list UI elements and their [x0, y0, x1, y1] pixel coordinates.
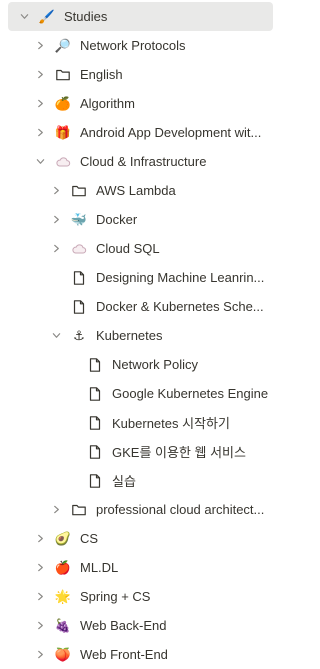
- cloud-icon: [54, 153, 72, 171]
- folder-icon: [70, 182, 88, 200]
- anchor-icon: ⚓: [73, 328, 85, 343]
- tree-item[interactable]: Cloud SQL: [0, 234, 280, 263]
- tree-item[interactable]: Cloud & Infrastructure: [0, 147, 280, 176]
- cloud-icon: [70, 240, 88, 258]
- tree-item-label: AWS Lambda: [96, 183, 176, 198]
- tree-item[interactable]: Google Kubernetes Engine: [0, 379, 280, 408]
- apple-icon: 🍎: [54, 560, 72, 575]
- chevron-right-icon[interactable]: [32, 589, 48, 605]
- page-icon: [86, 356, 104, 374]
- tree-item[interactable]: 🌟 Spring + CS: [0, 582, 280, 611]
- chevron-down-icon[interactable]: [32, 154, 48, 170]
- chevron-right-icon[interactable]: [48, 502, 64, 518]
- tree-item-label: Web Front-End: [80, 647, 168, 662]
- tree-item[interactable]: 🎁 Android App Development wit...: [0, 118, 280, 147]
- page-tree: 🖌️ Studies 🔎 Network Protocols English 🍊 Algor…: [0, 0, 280, 669]
- tree-item[interactable]: professional cloud architect...: [0, 495, 280, 524]
- chevron-right-icon[interactable]: [32, 96, 48, 112]
- tree-item[interactable]: 🔎 Network Protocols: [0, 31, 280, 60]
- gift-icon: 🎁: [54, 125, 72, 140]
- docker-icon: 🐳: [70, 212, 88, 227]
- tree-item[interactable]: Designing Machine Leanrin...: [0, 263, 280, 292]
- tree-item-label: Network Policy: [112, 357, 198, 372]
- chevron-right-icon[interactable]: [32, 38, 48, 54]
- magnifier-icon: 🔎: [54, 38, 72, 53]
- chevron-right-icon[interactable]: [32, 125, 48, 141]
- chevron-right-icon[interactable]: [32, 67, 48, 83]
- peach-icon: 🍑: [54, 647, 72, 662]
- tree-item-label: Docker & Kubernetes Sche...: [96, 299, 264, 314]
- page-icon: [86, 472, 104, 490]
- chevron-right-icon[interactable]: [32, 647, 48, 663]
- page-icon: [86, 414, 104, 432]
- tree-item[interactable]: GKE를 이용한 웹 서비스: [0, 437, 280, 466]
- chevron-right-icon[interactable]: [32, 531, 48, 547]
- tree-item[interactable]: 🍎 ML.DL: [0, 553, 280, 582]
- tree-item-label: Web Back-End: [80, 618, 167, 633]
- chevron-down-icon[interactable]: [48, 328, 64, 344]
- tree-item-label: GKE를 이용한 웹 서비스: [112, 445, 246, 460]
- tree-item[interactable]: Network Policy: [0, 350, 280, 379]
- grapes-icon: 🍇: [54, 618, 72, 633]
- tree-item-label: ML.DL: [80, 560, 119, 575]
- avocado-icon: 🥑: [54, 531, 72, 546]
- tree-item-label: CS: [80, 531, 99, 546]
- page-icon: [70, 269, 88, 287]
- tree-item-label: Algorithm: [80, 96, 135, 111]
- folder-icon: [54, 66, 72, 84]
- tree-item-label: Spring + CS: [80, 589, 151, 604]
- tree-item[interactable]: ⚓ Kubernetes: [0, 321, 280, 350]
- tree-item-label: Network Protocols: [80, 38, 186, 53]
- tree-item[interactable]: Kubernetes 시작하기: [0, 408, 280, 437]
- chevron-right-icon[interactable]: [32, 618, 48, 634]
- tree-item-label: Designing Machine Leanrin...: [96, 270, 265, 285]
- tree-item-label: English: [80, 67, 123, 82]
- page-icon: [86, 385, 104, 403]
- page-icon: [70, 298, 88, 316]
- tree-item-label: Android App Development wit...: [80, 125, 262, 140]
- tree-item-label: Cloud & Infrastructure: [80, 154, 207, 169]
- tree-item[interactable]: 실습: [0, 466, 280, 495]
- tree-item[interactable]: English: [0, 60, 280, 89]
- tree-item-label: Kubernetes 시작하기: [112, 416, 230, 431]
- tree-item[interactable]: 🖌️ Studies: [8, 2, 273, 31]
- tree-item[interactable]: Docker & Kubernetes Sche...: [0, 292, 280, 321]
- tangerine-icon: 🍊: [54, 96, 72, 111]
- brush-icon: 🖌️: [38, 9, 56, 24]
- tree-item[interactable]: 🍊 Algorithm: [0, 89, 280, 118]
- tree-item-label: professional cloud architect...: [96, 502, 265, 517]
- tree-item[interactable]: 🍇 Web Back-End: [0, 611, 280, 640]
- chevron-right-icon[interactable]: [48, 212, 64, 228]
- tree-item-label: Cloud SQL: [96, 241, 160, 256]
- star-icon: 🌟: [54, 589, 72, 604]
- tree-item-label: Studies: [64, 9, 108, 24]
- tree-item[interactable]: AWS Lambda: [0, 176, 280, 205]
- tree-item-label: Google Kubernetes Engine: [112, 386, 269, 401]
- chevron-right-icon[interactable]: [48, 183, 64, 199]
- tree-item-label: Kubernetes: [96, 328, 163, 343]
- tree-item-label: 실습: [112, 474, 136, 489]
- tree-item[interactable]: 🍑 Web Front-End: [0, 640, 280, 669]
- tree-item-label: Docker: [96, 212, 138, 227]
- folder-icon: [70, 501, 88, 519]
- chevron-right-icon[interactable]: [48, 241, 64, 257]
- tree-item[interactable]: 🥑 CS: [0, 524, 280, 553]
- tree-item[interactable]: 🐳 Docker: [0, 205, 280, 234]
- chevron-down-icon[interactable]: [16, 9, 32, 25]
- page-icon: [86, 443, 104, 461]
- chevron-right-icon[interactable]: [32, 560, 48, 576]
